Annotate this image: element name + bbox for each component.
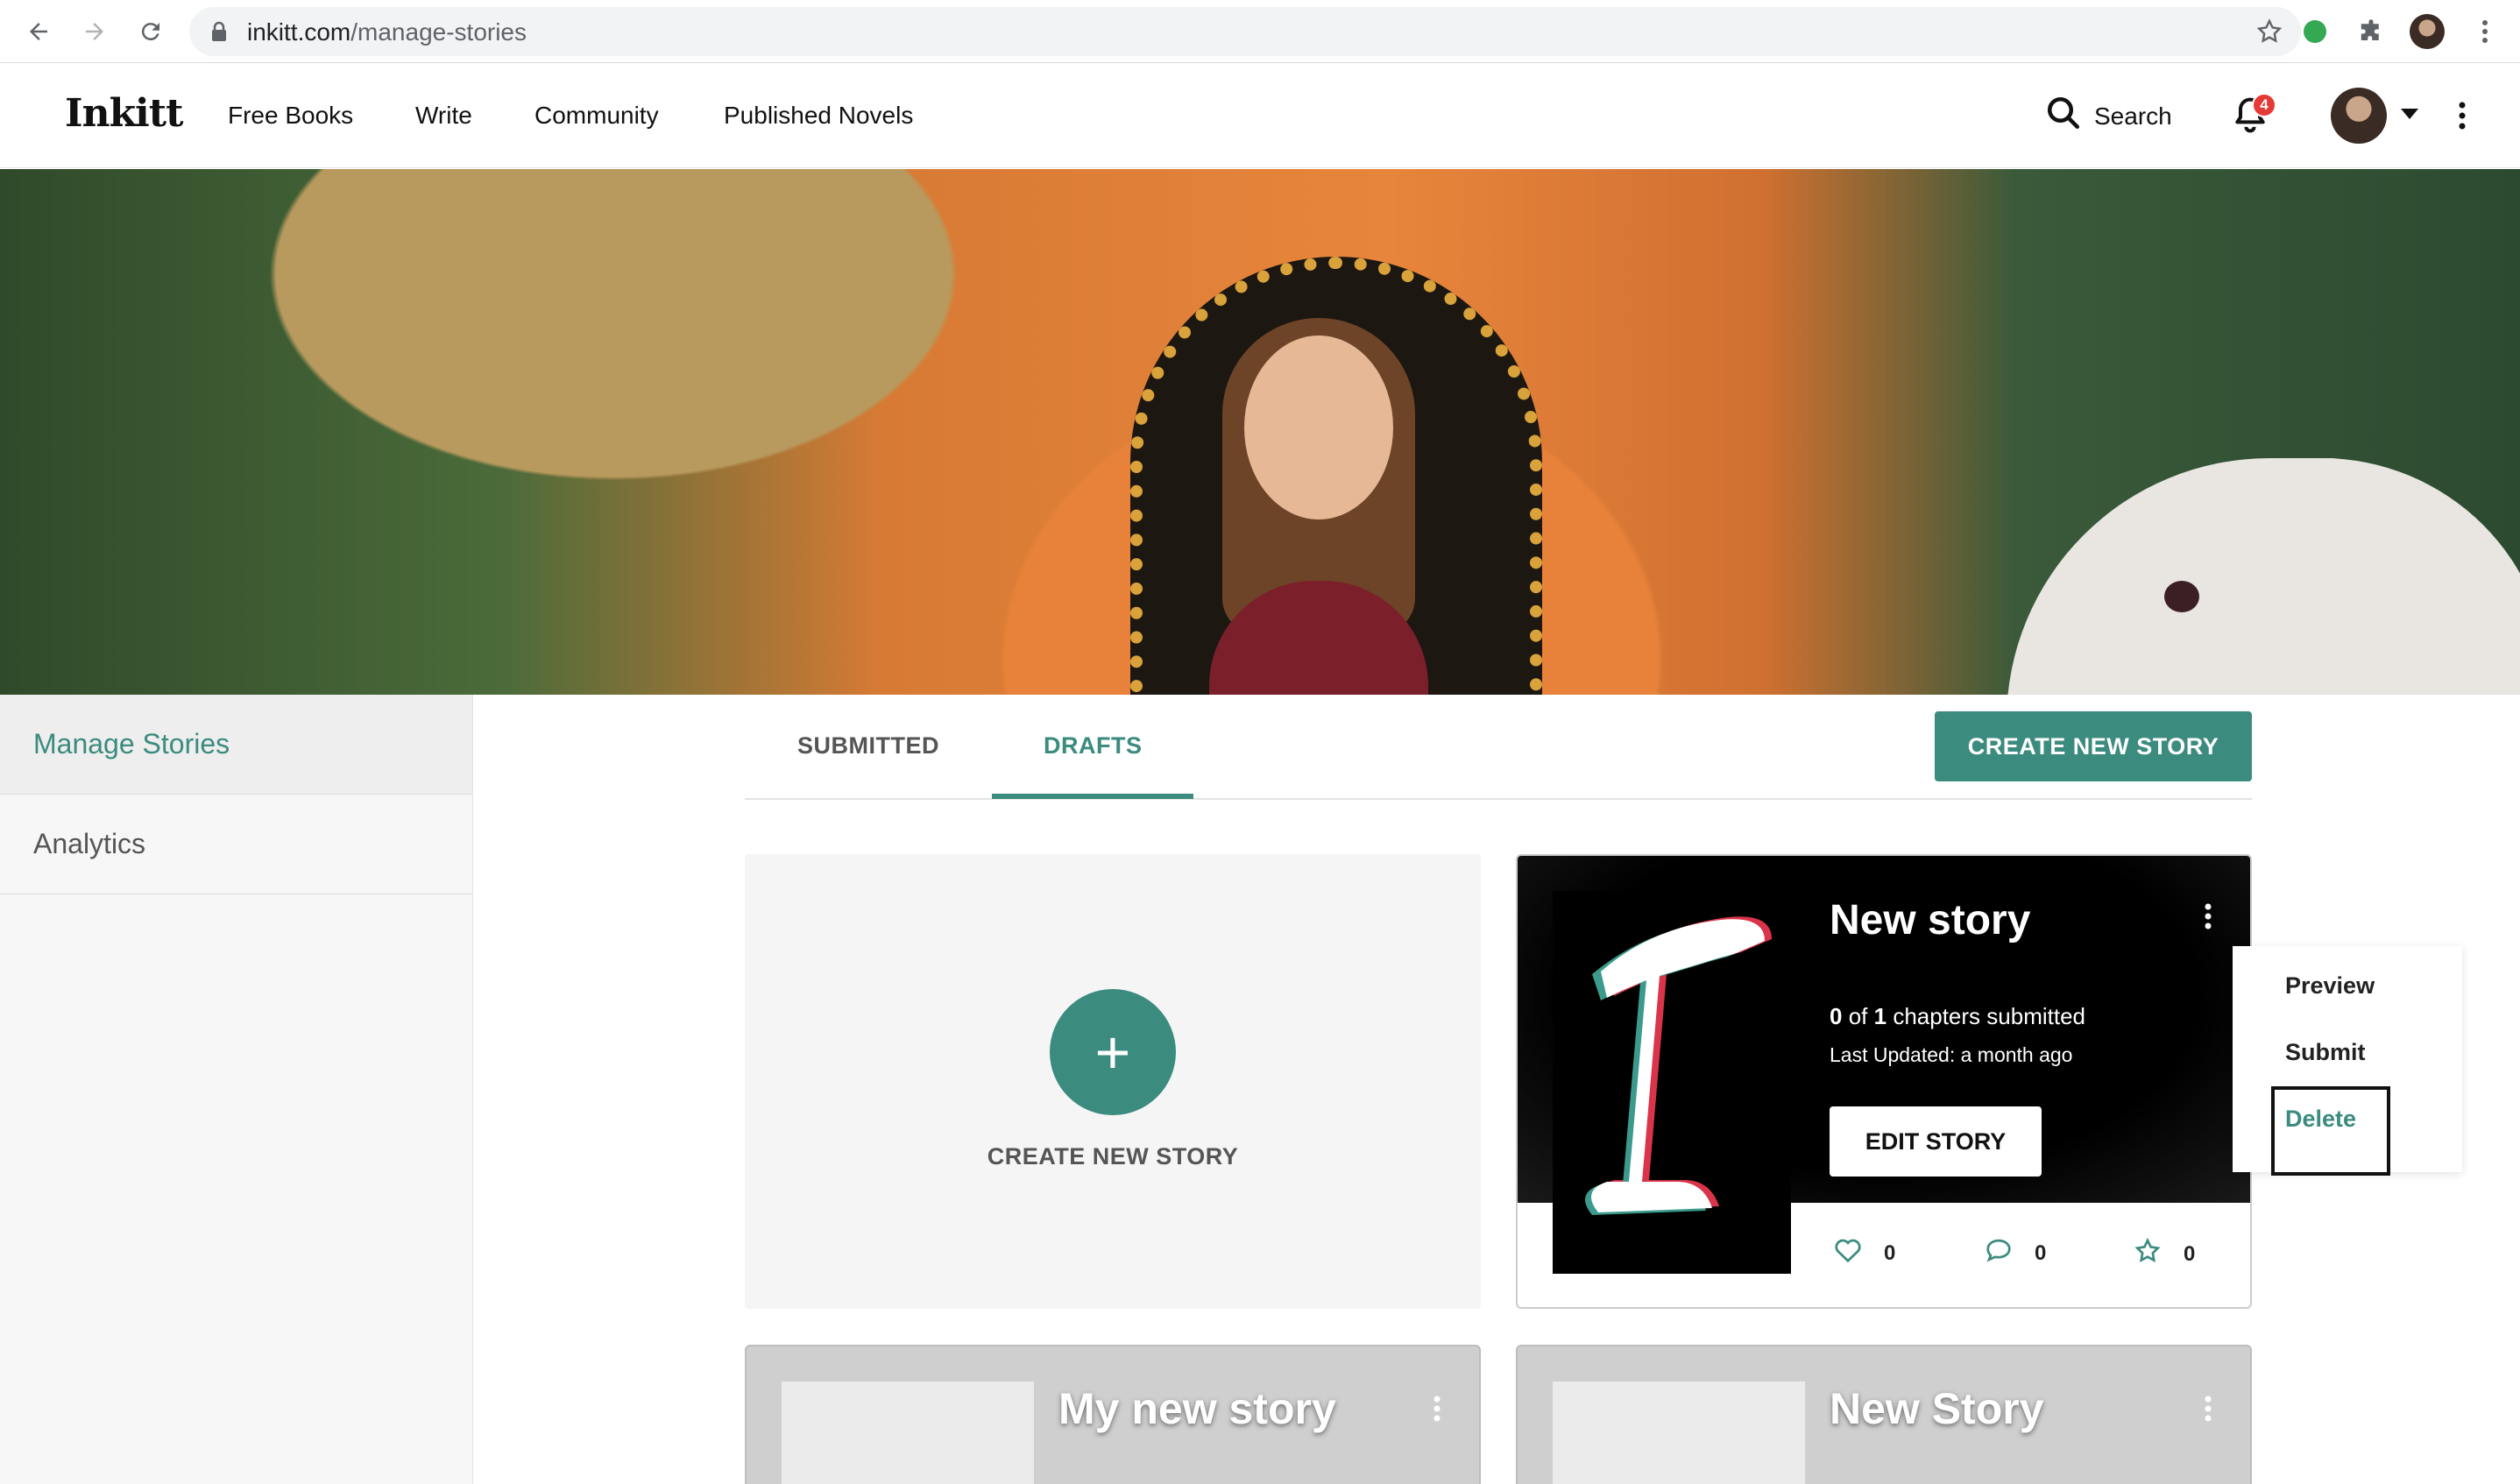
tab-submitted[interactable]: SUBMITTED [797,732,939,760]
focus-outline [2271,1086,2390,1176]
search-icon [2045,95,2082,138]
story-options-icon[interactable] [2205,903,2212,934]
story-card: New story 0 of 1 chapters submitted Last… [1516,854,2252,1309]
user-avatar[interactable] [2331,88,2387,144]
stars-count: 0 [2184,1241,2196,1266]
comments-count: 0 [2035,1240,2047,1265]
comments-stat[interactable]: 0 [1984,1237,2046,1269]
story-card-new-story-2[interactable]: New Story [1516,1345,2252,1484]
nav-published-novels[interactable]: Published Novels [724,102,913,130]
browser-menu-icon[interactable] [2466,12,2504,51]
heart-icon [1833,1237,1863,1269]
last-updated: Last Updated: a month ago [1830,1043,2073,1066]
chapters-submitted: 0 of 1 chapters submitted [1830,1003,2085,1029]
nav-free-books[interactable]: Free Books [228,102,353,130]
story-cover[interactable] [1553,891,1791,1274]
story-title[interactable]: My new story [1058,1383,1336,1434]
stars-stat[interactable]: 0 [2133,1237,2195,1271]
story-options-menu: Preview Submit Delete [2233,946,2462,1176]
nav-write[interactable]: Write [415,102,472,130]
sidebar-item-manage-stories[interactable]: Manage Stories [0,695,472,795]
hero-banner-image [0,169,2520,695]
sidebar-item-analytics[interactable]: Analytics [0,795,472,894]
more-options-icon[interactable] [2459,102,2466,134]
reload-icon[interactable] [131,12,170,51]
plus-icon[interactable]: + [1050,989,1176,1115]
url-text: inkitt.com/manage-stories [247,18,527,46]
back-icon[interactable] [19,12,58,51]
forward-icon[interactable] [75,12,114,51]
notification-count-badge: 4 [2252,93,2276,117]
address-bar[interactable]: inkitt.com/manage-stories [189,7,2301,56]
tab-drafts[interactable]: DRAFTS [1044,732,1143,760]
create-story-card-label: CREATE NEW STORY [987,1143,1239,1170]
inkitt-logo[interactable]: Inkitt [65,91,183,136]
story-cover-placeholder [1553,1382,1805,1484]
create-new-story-button[interactable]: CREATE NEW STORY [1935,711,2252,781]
puzzle-extensions-icon[interactable] [2352,12,2390,51]
site-header: Inkitt Free Books Write Community Publis… [0,63,2520,168]
bookmark-star-icon[interactable] [2255,18,2283,50]
chevron-down-icon[interactable] [2401,109,2418,125]
create-story-card[interactable]: + CREATE NEW STORY [745,854,1481,1309]
menu-item-preview[interactable]: Preview [2285,972,2375,1000]
story-title[interactable]: New story [1830,896,2030,944]
comment-icon [1984,1237,2014,1269]
story-options-icon[interactable] [2205,1396,2212,1426]
likes-count: 0 [1884,1240,1896,1265]
menu-item-submit[interactable]: Submit [2285,1039,2366,1066]
lock-icon [210,21,228,46]
browser-profile-avatar[interactable] [2408,12,2446,51]
sidebar: Manage Stories Analytics [0,695,473,1484]
inkitt-i-icon [1553,891,1791,1274]
story-options-icon[interactable] [1433,1396,1441,1426]
nav-community[interactable]: Community [534,102,659,130]
tabs-divider [745,798,2252,800]
browser-toolbar: inkitt.com/manage-stories [0,0,2520,63]
active-tab-indicator [992,794,1193,799]
story-card-my-new-story[interactable]: My new story [745,1345,1481,1484]
search-button[interactable]: Search [2045,95,2172,138]
star-icon [2133,1237,2163,1271]
extension-green-icon[interactable] [2296,12,2334,51]
story-title[interactable]: New Story [1830,1383,2044,1434]
story-cover-placeholder [782,1382,1034,1484]
edit-story-button[interactable]: EDIT STORY [1830,1106,2042,1177]
search-label: Search [2094,102,2172,130]
likes-stat[interactable]: 0 [1833,1237,1895,1269]
